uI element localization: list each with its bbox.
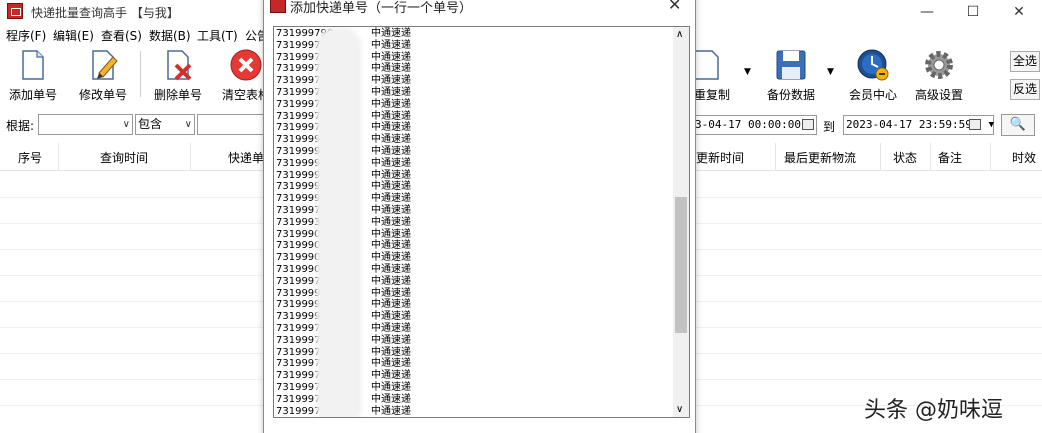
courier-name: 中通速递 bbox=[371, 87, 411, 98]
keyword-input[interactable] bbox=[197, 114, 267, 135]
courier-name: 中通速递 bbox=[371, 346, 411, 358]
menu-data[interactable]: 数据(B) bbox=[149, 27, 191, 44]
courier-name: 中通速递 bbox=[371, 63, 411, 75]
courier-name: 中通速递 bbox=[371, 75, 411, 87]
toolbar-separator bbox=[140, 51, 141, 97]
courier-name: 中通速递 bbox=[371, 275, 411, 287]
copy-dropdown-icon[interactable]: ▼ bbox=[744, 67, 751, 77]
courier-name: 中通速递 bbox=[371, 193, 411, 205]
scroll-thumb[interactable] bbox=[675, 197, 687, 333]
search-button[interactable]: 🔍 bbox=[1001, 114, 1035, 136]
menu-tools[interactable]: 工具(T) bbox=[197, 27, 238, 44]
courier-name: 中通速递 bbox=[371, 382, 411, 393]
column-last-logistics[interactable]: 最后更新物流 bbox=[784, 149, 856, 166]
add-tracking-dialog: 添加快递单号（一行一个单号） ✕ 731999790 中通速递 731999797 中… bbox=[263, 0, 696, 433]
courier-name: 中通速递 bbox=[371, 169, 411, 181]
chevron-down-icon: ∨ bbox=[122, 119, 130, 130]
courier-name: 中通速递 bbox=[371, 334, 411, 346]
courier-name: 中通速递 bbox=[371, 287, 411, 299]
edit-number-button[interactable]: 修改单号 bbox=[75, 49, 131, 105]
scroll-up-icon[interactable]: ∧ bbox=[676, 29, 683, 40]
menu-view[interactable]: 查看(S) bbox=[101, 27, 142, 44]
backup-data-button[interactable]: 备份数据 bbox=[763, 49, 819, 105]
clear-x-icon bbox=[230, 49, 262, 81]
member-center-button[interactable]: 会员中心 bbox=[845, 49, 901, 105]
courier-name: 中通速递 bbox=[371, 134, 411, 146]
tracking-numbers-textarea[interactable]: 731999790 中通速递 731999797 中通速递 731999712 中通速递 7… bbox=[273, 26, 690, 418]
menu-program[interactable]: 程序(F) bbox=[6, 27, 46, 44]
courier-name: 中通速递 bbox=[371, 216, 411, 228]
select-all-button[interactable]: 全选 bbox=[1010, 51, 1040, 72]
copy-document-icon bbox=[692, 49, 724, 81]
close-button[interactable]: ✕ bbox=[996, 0, 1042, 24]
delete-number-button[interactable]: 删除单号 bbox=[150, 49, 206, 105]
copy-button[interactable]: 重复制 bbox=[692, 49, 732, 105]
clock-icon bbox=[857, 49, 889, 81]
menu-edit[interactable]: 编辑(E) bbox=[53, 27, 94, 44]
edit-document-icon bbox=[87, 49, 119, 81]
app-icon bbox=[7, 3, 23, 19]
column-index[interactable]: 序号 bbox=[18, 149, 42, 166]
courier-name: 中通速递 bbox=[371, 146, 411, 157]
privacy-blur bbox=[316, 27, 362, 417]
column-remark[interactable]: 备注 bbox=[938, 149, 962, 166]
delete-document-icon bbox=[162, 49, 194, 81]
advanced-settings-button[interactable]: 高级设置 bbox=[911, 49, 967, 105]
maximize-button[interactable]: ☐ bbox=[950, 0, 996, 24]
courier-name: 中通速递 bbox=[371, 181, 411, 193]
dialog-app-icon bbox=[270, 0, 286, 13]
column-tracking-number[interactable]: 快递单 bbox=[228, 149, 264, 166]
courier-name: 中通速递 bbox=[371, 205, 411, 216]
column-query-time[interactable]: 查询时间 bbox=[100, 149, 148, 166]
watermark-text: 头条 @奶味逗 bbox=[864, 398, 1003, 423]
column-status[interactable]: 状态 bbox=[893, 149, 917, 166]
dialog-close-button[interactable]: ✕ bbox=[668, 0, 681, 14]
courier-name: 中通速递 bbox=[371, 405, 411, 417]
date-to-picker[interactable]: 2023-04-17 23:59:59 ▼ bbox=[843, 115, 994, 135]
courier-name: 中通速递 bbox=[371, 110, 411, 122]
courier-name: 中通速递 bbox=[371, 358, 411, 370]
courier-name: 中通速递 bbox=[371, 51, 411, 63]
scroll-down-icon[interactable]: ∨ bbox=[676, 404, 683, 415]
floppy-disk-icon bbox=[775, 49, 807, 81]
courier-name: 中通速递 bbox=[371, 39, 411, 51]
courier-name: 中通速递 bbox=[371, 157, 411, 169]
calendar-icon[interactable] bbox=[802, 119, 814, 130]
courier-name: 中通速递 bbox=[371, 299, 411, 311]
courier-name: 中通速递 bbox=[371, 393, 411, 405]
courier-name: 中通速递 bbox=[371, 98, 411, 110]
courier-name: 中通速递 bbox=[371, 122, 411, 134]
courier-name: 中通速递 bbox=[371, 228, 411, 240]
courier-name: 中通速递 bbox=[371, 311, 411, 323]
invert-selection-button[interactable]: 反选 bbox=[1010, 79, 1040, 100]
backup-dropdown-icon[interactable]: ▼ bbox=[827, 67, 834, 77]
filter-label: 根据: bbox=[6, 119, 35, 133]
match-select[interactable]: 包含 ∨ bbox=[135, 114, 195, 135]
minimize-button[interactable]: — bbox=[904, 0, 950, 24]
chevron-down-icon[interactable]: ▼ bbox=[989, 116, 994, 134]
courier-name: 中通速递 bbox=[371, 370, 411, 382]
column-timeliness[interactable]: 时效 bbox=[1012, 149, 1036, 166]
courier-name: 中通速递 bbox=[371, 28, 411, 39]
document-icon bbox=[17, 49, 49, 81]
courier-name: 中通速递 bbox=[371, 264, 411, 275]
column-update-time[interactable]: 更新时间 bbox=[696, 149, 744, 166]
chevron-down-icon: ∨ bbox=[184, 119, 192, 130]
date-to-label: 到 bbox=[823, 120, 836, 134]
vertical-scrollbar[interactable]: ∧ ∨ bbox=[673, 27, 689, 417]
add-number-button[interactable]: 添加单号 bbox=[5, 49, 61, 105]
dialog-title: 添加快递单号（一行一个单号） bbox=[290, 1, 473, 16]
gear-icon bbox=[923, 49, 955, 81]
search-icon: 🔍 bbox=[1009, 117, 1027, 132]
courier-name: 中通速递 bbox=[371, 323, 411, 334]
window-title: 快递批量查询高手 【与我】 bbox=[31, 6, 179, 20]
field-select[interactable]: ∨ bbox=[38, 114, 133, 135]
calendar-icon[interactable] bbox=[969, 119, 981, 130]
courier-name: 中通速递 bbox=[371, 240, 411, 252]
date-from-picker[interactable]: 3-04-17 00:00:00 bbox=[692, 115, 817, 135]
courier-name: 中通速递 bbox=[371, 252, 411, 264]
